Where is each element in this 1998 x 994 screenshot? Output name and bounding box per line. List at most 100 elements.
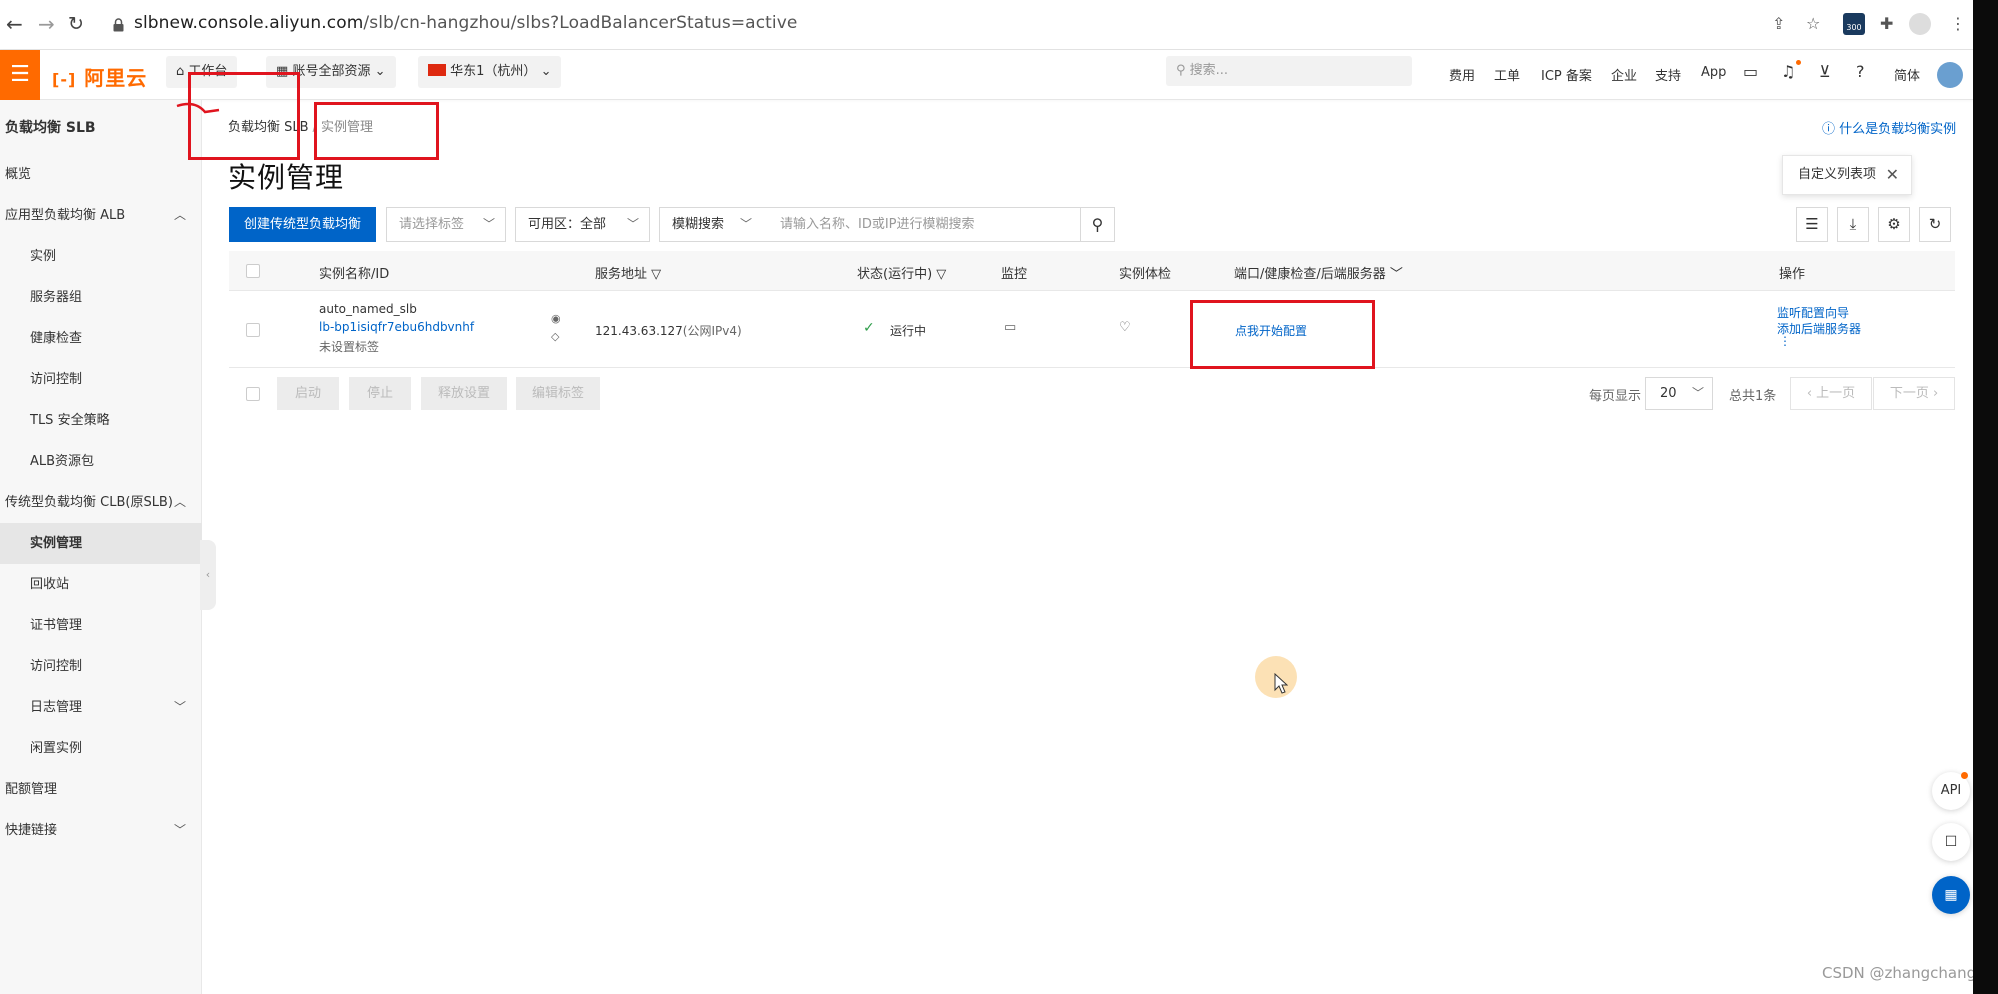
create-clb-button[interactable]: 创建传统型负载均衡 xyxy=(229,207,376,242)
col-ports: 端口/健康检查/后端服务器 ﹀ xyxy=(1234,267,1403,282)
sidebar-collapse-handle[interactable]: ‹ xyxy=(200,540,216,610)
search-button[interactable]: ⚲ xyxy=(1080,207,1115,242)
bell-icon[interactable]: ♫ xyxy=(1781,62,1795,82)
fees-link[interactable]: 费用 xyxy=(1449,65,1475,84)
service-address: 121.43.63.127(公网IPv4) xyxy=(595,324,742,338)
help-link[interactable]: ⓘ 什么是负载均衡实例 xyxy=(1822,118,1956,137)
sidebar-item-alb-package[interactable]: ALB资源包 xyxy=(0,441,202,482)
stop-button[interactable]: 停止 xyxy=(349,377,411,410)
user-avatar[interactable] xyxy=(1937,62,1963,88)
icp-link[interactable]: ICP 备案 xyxy=(1541,65,1592,84)
sidebar-item-tls-policy[interactable]: TLS 安全策略 xyxy=(0,400,202,441)
aliyun-logo[interactable]: [-] 阿里云 xyxy=(52,62,147,91)
next-page-button[interactable]: 下一页 › xyxy=(1873,377,1955,410)
edit-tags-button[interactable]: 编辑标签 xyxy=(516,377,600,410)
browser-window: ← → ↻ slbnew.console.aliyun.com/slb/cn-h… xyxy=(0,0,1973,994)
reload-icon[interactable]: ↻ xyxy=(68,12,84,36)
download-icon[interactable]: ⤓ xyxy=(1837,207,1869,242)
more-menu-icon[interactable]: ⋮ xyxy=(1950,14,1966,34)
table-header: 实例名称/ID 服务地址 ▽ 状态(运行中) ▽ 监控 实例体检 端口/健康检查… xyxy=(229,251,1955,291)
start-button[interactable]: 启动 xyxy=(277,377,339,410)
notification-dot xyxy=(1796,60,1801,65)
col-status: 状态(运行中) ▽ xyxy=(857,267,947,282)
sidebar-item-server-group[interactable]: 服务器组 xyxy=(0,277,202,318)
mouse-cursor-icon xyxy=(1274,673,1288,694)
instance-name: auto_named_slb xyxy=(319,302,417,316)
sidebar-item-log-management[interactable]: 日志管理 ﹀ xyxy=(0,687,202,728)
shield-icon[interactable]: ◇ xyxy=(551,330,559,343)
heart-pulse-icon[interactable]: ♡ xyxy=(1119,320,1131,335)
chevron-down-icon: ﹀ xyxy=(626,217,639,231)
help-icon[interactable]: ? xyxy=(1856,62,1865,82)
chevron-down-icon[interactable]: ﹀ xyxy=(1390,267,1403,282)
sidebar-item-instance-management[interactable]: 实例管理 xyxy=(0,523,202,564)
sidebar-item-certificates[interactable]: 证书管理 xyxy=(0,605,202,646)
release-settings-button[interactable]: 释放设置 xyxy=(421,377,507,410)
filter-icon[interactable]: ▽ xyxy=(651,267,661,282)
col-monitor: 监控 xyxy=(1001,267,1028,282)
sidebar-item-health-check[interactable]: 健康检查 xyxy=(0,318,202,359)
forward-icon[interactable]: → xyxy=(38,12,55,36)
listener-wizard-link[interactable]: 监听配置向导 xyxy=(1777,304,1849,321)
support-link[interactable]: 支持 xyxy=(1655,65,1681,84)
more-actions-icon[interactable]: ⋮ xyxy=(1779,334,1791,348)
list-view-icon[interactable]: ☰ xyxy=(1796,207,1828,242)
sidebar-item-recycle-bin[interactable]: 回收站 xyxy=(0,564,202,605)
sidebar-group-alb[interactable]: 应用型负载均衡 ALB ︿ xyxy=(0,195,202,236)
filter-icon[interactable]: ▽ xyxy=(936,267,946,282)
region-dropdown[interactable]: 华东1（杭州） ⌄ xyxy=(418,56,562,88)
ticket-link[interactable]: 工单 xyxy=(1494,65,1520,84)
chevron-down-icon: ﹀ xyxy=(739,217,752,231)
apps-grid-icon[interactable]: ▦ xyxy=(1932,876,1970,914)
sidebar-item-quota[interactable]: 配额管理 xyxy=(0,769,202,810)
back-icon[interactable]: ← xyxy=(6,12,23,36)
settings-gear-icon[interactable]: ⚙ xyxy=(1878,207,1910,242)
sidebar-item-alb-instance[interactable]: 实例 xyxy=(0,236,202,277)
sidebar-item-idle-instances[interactable]: 闲置实例 xyxy=(0,728,202,769)
sidebar: 负载均衡 SLB 概览 应用型负载均衡 ALB ︿ 实例 服务器组 健康检查 访问… xyxy=(0,100,202,994)
sidebar-item-overview[interactable]: 概览 xyxy=(0,154,202,195)
home-icon: ⌂ xyxy=(176,64,185,79)
monitor-chart-icon[interactable]: ▭ xyxy=(1004,320,1016,335)
sidebar-title: 负载均衡 SLB xyxy=(5,120,96,136)
cart-icon[interactable]: ⊻ xyxy=(1819,62,1831,82)
console-search-input[interactable]: ⚲ 搜索... xyxy=(1166,56,1412,86)
instance-search-input[interactable]: 请输入名称、ID或IP进行模糊搜索 xyxy=(762,207,1082,242)
enterprise-link[interactable]: 企业 xyxy=(1611,65,1637,84)
app-link[interactable]: App xyxy=(1701,65,1726,80)
hamburger-menu-icon[interactable]: ☰ xyxy=(0,50,40,100)
col-address: 服务地址 ▽ xyxy=(595,267,662,282)
close-icon[interactable]: ✕ xyxy=(1886,156,1899,194)
sidebar-item-clb-acl[interactable]: 访问控制 xyxy=(0,646,202,687)
china-flag-icon xyxy=(428,64,446,76)
custom-columns-tooltip: 自定义列表项 ✕ xyxy=(1782,155,1912,195)
sidebar-group-clb[interactable]: 传统型负载均衡 CLB(原SLB) ︿ xyxy=(0,482,202,523)
refresh-icon[interactable]: ↻ xyxy=(1919,207,1951,242)
sidebar-item-acl[interactable]: 访问控制 xyxy=(0,359,202,400)
instance-id-link[interactable]: lb-bp1isiqfr7ebu6hdbvnhf xyxy=(319,320,474,334)
zone-select[interactable]: 可用区：全部 ﹀ xyxy=(515,207,650,242)
extension-badge-icon[interactable]: 300 xyxy=(1843,13,1865,35)
row-checkbox[interactable] xyxy=(246,323,260,337)
prev-page-button[interactable]: ‹ 上一页 xyxy=(1790,377,1872,410)
share-icon[interactable]: ⇪ xyxy=(1772,14,1785,34)
search-mode-select[interactable]: 模糊搜索 ﹀ xyxy=(659,207,763,242)
tag-select[interactable]: 请选择标签 ﹀ xyxy=(386,207,506,242)
extensions-icon[interactable]: ✚ xyxy=(1880,14,1893,34)
annotation-box xyxy=(1190,300,1375,369)
api-notification-dot xyxy=(1961,772,1968,779)
language-switch[interactable]: 简体 xyxy=(1894,65,1920,84)
profile-avatar[interactable] xyxy=(1909,13,1931,35)
address-bar[interactable]: slbnew.console.aliyun.com/slb/cn-hangzho… xyxy=(134,13,797,33)
sidebar-item-quick-links[interactable]: 快捷链接 ﹀ xyxy=(0,810,202,851)
footer-select-checkbox[interactable] xyxy=(246,387,260,401)
terminal-icon[interactable]: ▭ xyxy=(1743,62,1758,82)
chat-feedback-icon[interactable]: ☐ xyxy=(1932,823,1970,861)
location-pin-icon[interactable]: ◉ xyxy=(551,312,561,325)
select-all-checkbox[interactable] xyxy=(246,264,260,278)
extension-badge-count: 300 xyxy=(1846,23,1862,32)
screen: ← → ↻ slbnew.console.aliyun.com/slb/cn-h… xyxy=(0,0,1998,994)
star-icon[interactable]: ☆ xyxy=(1806,14,1820,34)
page-size-select[interactable]: 20 ﹀ xyxy=(1645,377,1713,410)
instance-tag[interactable]: 未设置标签 xyxy=(319,338,379,355)
